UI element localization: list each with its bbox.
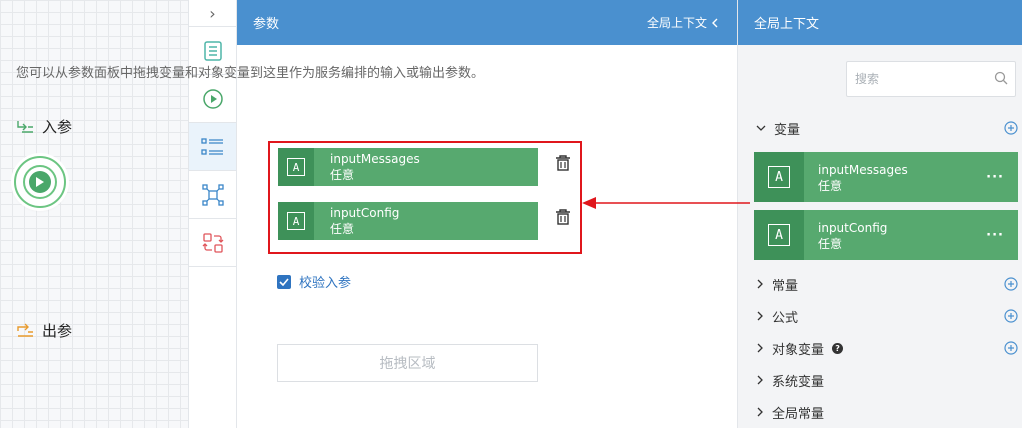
expand-toggle[interactable]: ›: [189, 0, 236, 27]
output-arrow-icon: [17, 323, 33, 337]
params-title: 参数: [253, 17, 280, 32]
params-list-icon: [200, 137, 223, 155]
category-system-variables[interactable]: 系统变量: [738, 365, 1022, 395]
variable-name: inputMessages: [818, 163, 908, 177]
param-type: 任意: [330, 168, 355, 182]
params-description: 您可以从参数面板中拖拽变量和对象变量到这里作为服务编排的输入或输出参数。: [16, 66, 485, 81]
search-input[interactable]: [846, 61, 1016, 97]
variable-card[interactable]: A inputMessages 任意 ···: [754, 152, 1018, 202]
swap-icon: [202, 232, 223, 253]
toolbar-params-button[interactable]: [189, 123, 236, 171]
chevron-right-icon: [757, 375, 763, 385]
param-name: inputConfig: [330, 206, 400, 220]
params-header: 参数 全局上下文: [237, 0, 737, 45]
category-label: 变量: [774, 122, 801, 138]
text-type-icon: A: [287, 212, 305, 230]
chevron-right-icon: [757, 407, 763, 417]
category-variables[interactable]: 变量: [738, 113, 1022, 143]
trash-icon[interactable]: [554, 154, 572, 172]
input-arrow-icon: [17, 120, 33, 133]
play-icon: [29, 171, 51, 193]
list-icon: [203, 40, 222, 61]
chevron-right-icon: ›: [209, 3, 216, 23]
add-circle-icon[interactable]: [1004, 121, 1018, 135]
context-toggle-label: 全局上下文: [646, 16, 707, 30]
category-label: 系统变量: [772, 374, 825, 390]
add-circle-icon[interactable]: [1004, 309, 1018, 323]
output-drop-zone[interactable]: 拖拽区域: [277, 344, 538, 382]
chevron-down-icon: [756, 125, 766, 131]
text-type-icon: A: [287, 158, 305, 176]
category-constants[interactable]: 常量: [738, 269, 1022, 299]
input-section-label: 入参: [42, 118, 73, 136]
input-param-card[interactable]: A inputConfig 任意: [278, 202, 538, 240]
category-label: 对象变量: [772, 342, 825, 358]
drag-arrow: [582, 197, 750, 209]
drop-zone-label: 拖拽区域: [379, 356, 436, 372]
checkbox-checked-icon[interactable]: [277, 274, 291, 289]
context-title: 全局上下文: [754, 17, 820, 32]
output-section-title: 出参: [16, 320, 72, 341]
variable-type: 任意: [818, 237, 843, 251]
chevron-right-icon: [757, 279, 763, 289]
text-type-icon: A: [768, 224, 790, 246]
variable-type: 任意: [818, 179, 843, 193]
output-section-label: 出参: [42, 322, 73, 340]
category-global-constants[interactable]: 全局常量: [738, 397, 1022, 427]
param-type: 任意: [330, 222, 355, 236]
category-label: 公式: [772, 310, 799, 326]
param-name: inputMessages: [330, 152, 420, 166]
category-label: 全局常量: [772, 406, 825, 422]
input-param-card[interactable]: A inputMessages 任意: [278, 148, 538, 186]
toolbar-swap-button[interactable]: [189, 219, 236, 267]
more-options-icon[interactable]: ···: [972, 152, 1018, 202]
start-node[interactable]: [14, 156, 66, 208]
toolbar-transform-button[interactable]: [189, 171, 236, 219]
help-icon[interactable]: ?: [832, 342, 844, 354]
variable-card[interactable]: A inputConfig 任意 ···: [754, 210, 1018, 260]
input-section-title: 入参: [16, 116, 72, 137]
play-circle-icon: [202, 88, 223, 109]
category-object-variables[interactable]: 对象变量 ?: [738, 333, 1022, 363]
context-header: 全局上下文: [738, 0, 1022, 45]
add-circle-icon[interactable]: [1004, 277, 1018, 291]
more-options-icon[interactable]: ···: [972, 210, 1018, 260]
start-node-ring: [23, 165, 57, 199]
search-icon[interactable]: [994, 71, 1008, 85]
chevron-right-icon: [757, 311, 763, 321]
context-toggle-button[interactable]: 全局上下文: [647, 14, 719, 31]
transform-icon: [201, 183, 224, 206]
validate-input-checkbox[interactable]: 校验入参: [277, 272, 351, 291]
category-label: 常量: [772, 278, 799, 294]
trash-icon[interactable]: [554, 208, 572, 226]
validate-label: 校验入参: [299, 276, 352, 291]
chevron-right-icon: [757, 343, 763, 353]
add-circle-icon[interactable]: [1004, 341, 1018, 355]
chevron-left-icon: [712, 18, 718, 27]
text-type-icon: A: [768, 166, 790, 188]
category-formulas[interactable]: 公式: [738, 301, 1022, 331]
variable-name: inputConfig: [818, 221, 888, 235]
global-context-panel: 全局上下文 变量 A inputMessages 任意 ··· A inputC…: [738, 0, 1022, 428]
